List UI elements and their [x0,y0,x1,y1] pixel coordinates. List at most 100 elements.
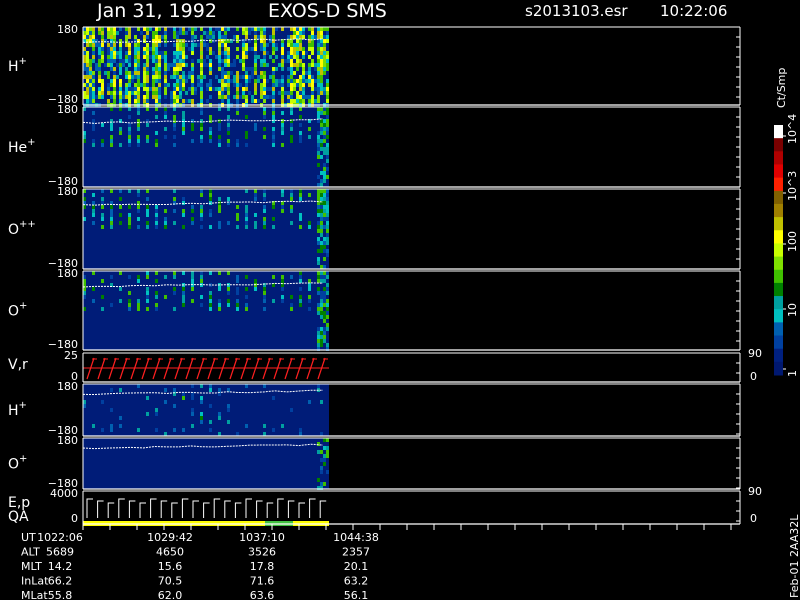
spectrogram-cell [233,95,236,99]
spectrogram-cell [263,99,266,103]
spectrogram-cell [296,59,299,63]
spectrogram-cell [104,71,107,75]
spectrogram-cell [92,91,95,95]
spectrogram-cell [224,63,227,67]
spectrogram-cell [230,63,233,67]
spectrogram-cell [317,257,320,261]
spectrogram-cell [203,63,206,67]
spectrogram-cell [260,63,263,67]
spectrogram-cell [221,99,224,103]
spectrogram-cell [110,139,113,143]
right-tick-bottom: 0 [750,512,757,525]
spectrogram-cell [110,275,113,279]
spectrogram-cell [155,271,158,275]
spectrogram-cell [101,31,104,35]
spectrogram-cell [323,167,326,171]
spectrogram-cell [89,95,92,99]
spectrogram-cell [164,31,167,35]
spectrogram-cell [254,43,257,47]
spectrogram-cell [245,424,248,428]
spectrogram-cell [317,151,320,155]
spectrogram-cell [143,47,146,51]
spectrogram-cell [92,213,95,217]
spectrogram-cell [227,47,230,51]
spectrogram-cell [179,31,182,35]
spectrogram-cell [200,67,203,71]
spectrogram-cell [320,209,323,213]
spectrogram-cell [158,87,161,91]
spectrogram-cell [209,83,212,87]
spectrogram-cell [173,59,176,63]
spectrogram-cell [311,59,314,63]
spectrogram-cell [146,205,149,209]
spectrogram-cell [323,257,326,261]
spectrogram-cell [236,47,239,51]
spectrogram-cell [260,71,263,75]
spectrogram-cell [263,95,266,99]
energy-step [150,498,157,518]
spectrogram-cell [155,87,158,91]
spectrogram-cell [146,123,149,127]
spectrogram-cell [134,99,137,103]
spectrogram-cell [254,51,257,55]
spectrogram-cell [320,51,323,55]
spectrogram-cell [326,175,329,179]
spectrogram-cell [191,59,194,63]
spectrogram-cell [119,388,122,392]
spectrogram-cell [302,75,305,79]
spectrogram-cell [323,43,326,47]
spectrogram-cell [86,91,89,95]
spectrogram-cell [299,95,302,99]
spectrogram-cell [317,335,320,339]
spectrogram-cell [164,75,167,79]
spectrogram-cell [110,35,113,39]
spectrogram-cell [281,79,284,83]
spectrogram-cell [281,424,284,428]
spectrogram-cell [281,87,284,91]
spectrogram-cell [308,299,311,303]
spectrogram-cell [152,83,155,87]
spectrogram-cell [323,287,326,291]
spectrogram-cell [302,55,305,59]
spectrogram-cell [155,67,158,71]
energy-step [213,498,221,518]
spectrogram-cell [326,315,329,319]
spectrogram-cell [209,67,212,71]
spectrogram-cell [308,127,311,131]
spectrogram-cell [170,95,173,99]
energy-step [192,500,199,518]
spectrogram-cell [101,213,104,217]
spectrogram-cell [176,71,179,75]
spectrogram-cell [128,135,131,139]
spectrogram-cell [320,87,323,91]
spectrogram-cell [269,35,272,39]
spectrogram-cell [245,83,248,87]
spectrogram-cell [200,384,203,388]
spectrogram-cell [221,43,224,47]
colorbar-swatch [774,335,783,350]
colorbar-swatch [774,230,783,244]
spectrogram-cell [317,43,320,47]
spectrogram-cell [308,95,311,99]
spectrogram-cell [242,47,245,51]
spectrogram-cell [320,111,323,115]
spectrogram-cell [215,55,218,59]
spectrogram-cell [200,107,203,111]
spectrogram-cell [164,111,167,115]
spectrogram-cell [299,63,302,67]
spectrogram-cell [287,83,290,87]
spectrogram-cell [317,111,320,115]
spectrogram-cell [320,107,323,111]
right-tick-bottom: 0 [750,370,757,383]
panel-label-text: O [8,222,19,238]
spectrogram-cell [281,279,284,283]
spectrogram-cell [164,71,167,75]
spectrogram-cell [173,63,176,67]
spectrogram-cell [209,384,212,388]
spectrogram-cell [110,135,113,139]
spectrogram-cell [317,35,320,39]
spectrogram-cell [131,71,134,75]
colorbar-tick-text: 10^3 [786,171,799,201]
spectrogram-cell [242,51,245,55]
spectrogram-cell [320,311,323,315]
